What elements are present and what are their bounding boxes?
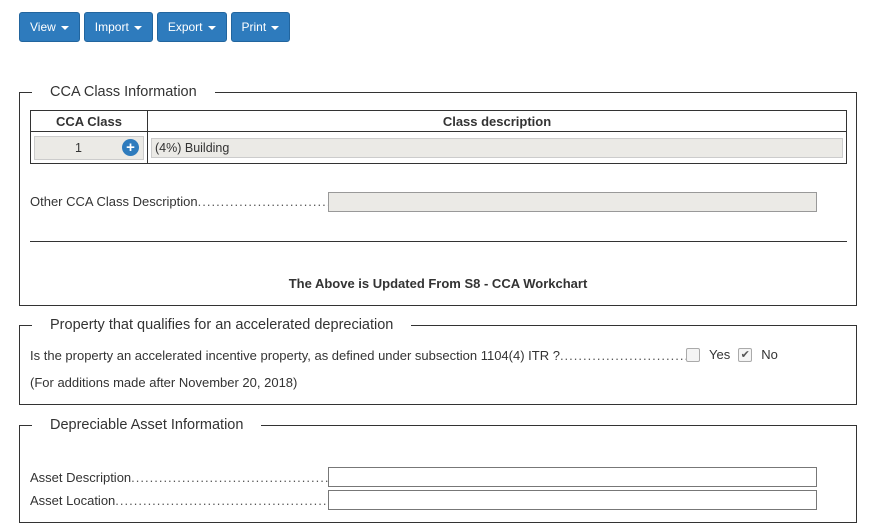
depreciable-asset-section: Depreciable Asset Information Asset Desc…: [19, 415, 857, 523]
column-header-class-description: Class description: [147, 110, 847, 132]
export-button[interactable]: Export: [156, 12, 227, 42]
view-button-label: View: [30, 20, 56, 34]
asset-description-input[interactable]: [328, 467, 817, 487]
table-row: 1 + (4%) Building: [30, 131, 847, 164]
caret-down-icon: [60, 26, 69, 30]
additions-note: (For additions made after November 20, 2…: [30, 375, 298, 390]
asset-location-label: Asset Location: [30, 493, 116, 508]
export-button-label: Export: [167, 20, 203, 34]
other-cca-description-field[interactable]: [328, 192, 817, 212]
class-description-value: (4%) Building: [155, 140, 230, 155]
accelerated-depreciation-section: Property that qualifies for an accelerat…: [19, 315, 857, 405]
asset-description-row: Asset Description ......................…: [30, 470, 328, 485]
asset-description-label: Asset Description: [30, 470, 132, 485]
cca-class-section: CCA Class Information CCA Class Class de…: [19, 82, 857, 306]
no-label: No: [761, 347, 778, 362]
yes-checkbox[interactable]: [686, 347, 700, 362]
asset-location-row: Asset Location .........................…: [30, 493, 328, 508]
caret-down-icon: [207, 26, 216, 30]
caret-down-icon: [271, 26, 280, 30]
other-cca-label: Other CCA Class Description: [30, 194, 198, 209]
other-cca-row: Other CCA Class Description ............…: [30, 194, 328, 209]
section-legend: Property that qualifies for an accelerat…: [32, 315, 412, 335]
section-legend: Depreciable Asset Information: [32, 415, 262, 435]
divider: [30, 241, 847, 242]
yes-no-group: Yes ✔ No: [686, 347, 786, 362]
accelerated-question-label: Is the property an accelerated incentive…: [30, 348, 560, 363]
accelerated-question-row: Is the property an accelerated incentive…: [30, 348, 686, 363]
section-legend: CCA Class Information: [32, 82, 215, 102]
no-checkbox[interactable]: ✔: [738, 347, 753, 362]
column-header-cca-class: CCA Class: [30, 110, 148, 132]
print-button[interactable]: Print: [230, 12, 291, 42]
caret-down-icon: [133, 26, 142, 30]
toolbar: View Import Export Print: [19, 12, 291, 42]
asset-location-input[interactable]: [328, 490, 817, 510]
cca-class-value: 1: [75, 140, 82, 155]
plus-circle-icon[interactable]: +: [122, 139, 139, 156]
check-icon: ✔: [740, 348, 750, 361]
cca-class-table: CCA Class Class description 1 + (4%) Bui…: [30, 110, 847, 164]
view-button[interactable]: View: [19, 12, 80, 42]
cca-class-field[interactable]: 1 +: [34, 135, 144, 160]
import-button[interactable]: Import: [83, 12, 153, 42]
class-description-field: (4%) Building: [151, 137, 843, 158]
print-button-label: Print: [241, 20, 267, 34]
updated-from-note: The Above is Updated From S8 - CCA Workc…: [288, 276, 588, 291]
yes-label: Yes: [709, 347, 731, 362]
import-button-label: Import: [94, 20, 129, 34]
